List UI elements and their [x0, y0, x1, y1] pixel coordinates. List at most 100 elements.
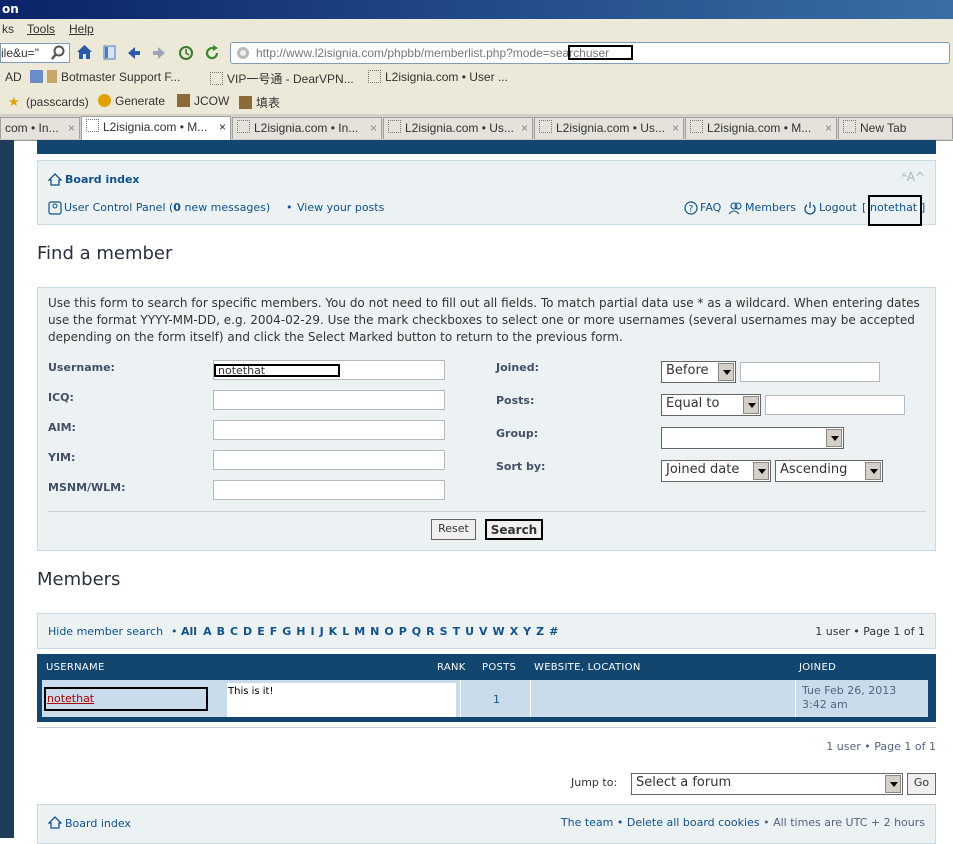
letter-link[interactable]: Q [412, 625, 421, 638]
bookmark-ad[interactable]: AD [5, 70, 22, 84]
forward-icon[interactable] [151, 45, 167, 61]
search-button[interactable]: Search [485, 519, 543, 540]
username-input[interactable]: notethat [213, 360, 445, 380]
letter-link[interactable]: S [440, 625, 448, 638]
team-link[interactable]: The team [561, 816, 614, 829]
members-link[interactable]: Members [745, 201, 796, 214]
font-size-icon[interactable]: ᴬA^ [902, 170, 925, 184]
bookmark-botmaster[interactable]: Botmaster Support F... [30, 70, 180, 84]
bookmark-passcards[interactable]: ★ (passcards) [8, 94, 89, 109]
letter-link[interactable]: O [384, 625, 393, 638]
aim-input[interactable] [213, 420, 445, 440]
joined-date-input[interactable] [740, 362, 880, 382]
hide-member-search-link[interactable]: Hide member search [48, 625, 163, 638]
menu-bookmarks[interactable]: ks [2, 19, 14, 40]
close-icon[interactable]: × [219, 117, 226, 137]
tab-3[interactable]: L2isignia.com • In... × [232, 117, 382, 139]
tab-4[interactable]: L2isignia.com • Us... × [383, 117, 533, 139]
letter-link[interactable]: T [453, 625, 461, 638]
tab-5[interactable]: L2isignia.com • Us... × [534, 117, 684, 139]
letter-link[interactable]: V [479, 625, 488, 638]
faq-link[interactable]: FAQ [700, 201, 721, 214]
url-bar[interactable]: http://www.l2isignia.com/phpbb/memberlis… [230, 42, 950, 64]
letter-link[interactable]: W [493, 625, 505, 638]
bookmark-fill-form[interactable]: 填表 [239, 94, 280, 111]
yim-label: YIM: [48, 451, 76, 464]
col-joined[interactable]: JOINED [799, 662, 836, 673]
close-icon[interactable]: × [521, 118, 528, 138]
letter-link[interactable]: X [510, 625, 518, 638]
tab-strip: com • In... × L2isignia.com • M... × L2isi… [0, 114, 953, 141]
letter-link[interactable]: K [329, 625, 338, 638]
letter-link[interactable]: H [296, 625, 305, 638]
posts-select[interactable]: Equal to [661, 394, 761, 416]
bookmark-sidebar-icon[interactable] [102, 45, 117, 60]
letter-link[interactable]: Z [536, 625, 544, 638]
aim-label: AIM: [48, 421, 76, 434]
yim-input[interactable] [213, 450, 445, 470]
joined-select[interactable]: Before [661, 361, 736, 383]
letter-link[interactable]: N [370, 625, 379, 638]
menu-help[interactable]: Help [69, 19, 94, 40]
letter-link[interactable]: E [257, 625, 265, 638]
navbar-panel: Board index ᴬA^ User Control Panel (0 ne… [37, 160, 936, 226]
bookmark-dearvpn[interactable]: VIP一号通 - DearVPN... [210, 70, 354, 87]
close-icon[interactable]: × [68, 118, 75, 138]
magnifier-icon[interactable] [50, 45, 66, 61]
user-control-panel-link[interactable]: User Control Panel (0 new messages) [64, 201, 270, 214]
icq-input[interactable] [213, 390, 445, 410]
posts-input[interactable] [765, 395, 905, 415]
letter-link[interactable]: B [217, 625, 225, 638]
col-website[interactable]: WEBSITE, LOCATION [534, 662, 641, 673]
menu-tools[interactable]: Tools [27, 19, 55, 40]
delete-cookies-link[interactable]: Delete all board cookies [627, 816, 760, 829]
letter-link[interactable]: All [181, 625, 197, 638]
tab-6[interactable]: L2isignia.com • M... × [685, 117, 837, 139]
home-icon[interactable] [76, 44, 93, 61]
member-username-link[interactable]: notethat [47, 692, 94, 705]
letter-link[interactable]: L [342, 625, 349, 638]
letter-link[interactable]: J [320, 625, 324, 638]
board-index-link[interactable]: Board index [65, 173, 140, 186]
letter-link[interactable]: G [282, 625, 291, 638]
bookmark-generate[interactable]: Generate [98, 94, 165, 108]
sort-key-select[interactable]: Joined date [661, 460, 771, 482]
msnm-input[interactable] [213, 480, 445, 500]
letter-link[interactable]: C [230, 625, 238, 638]
view-posts-link[interactable]: View your posts [297, 201, 384, 214]
close-icon[interactable]: × [672, 118, 679, 138]
col-username[interactable]: USERNAME [46, 662, 105, 673]
letter-link[interactable]: F [270, 625, 278, 638]
reload-icon[interactable] [204, 45, 220, 61]
letter-link[interactable]: A [203, 625, 212, 638]
letter-link[interactable]: U [465, 625, 474, 638]
letter-link[interactable]: P [399, 625, 407, 638]
letter-link[interactable]: D [243, 625, 252, 638]
member-posts[interactable]: 1 [493, 693, 500, 706]
bookmark-jcow[interactable]: JCOW [177, 94, 229, 108]
col-rank[interactable]: RANK [437, 662, 466, 673]
letter-link[interactable]: # [549, 625, 558, 638]
col-posts[interactable]: POSTS [482, 662, 516, 673]
logout-link[interactable]: Logout [819, 201, 857, 214]
jump-to-select[interactable]: Select a forum [631, 773, 903, 795]
close-icon[interactable]: × [370, 118, 377, 138]
letter-link[interactable]: R [426, 625, 434, 638]
tab-1[interactable]: com • In... × [0, 117, 80, 139]
letter-link[interactable]: I [310, 625, 314, 638]
tab-7[interactable]: New Tab [838, 117, 953, 139]
reset-button[interactable]: Reset [431, 519, 476, 540]
back-icon[interactable] [126, 45, 142, 61]
sort-order-select[interactable]: Ascending [775, 460, 883, 482]
bookmark-l2isignia-user[interactable]: L2isignia.com • User ... [368, 70, 508, 84]
close-icon[interactable]: × [825, 118, 832, 138]
window-title: on [0, 0, 953, 19]
footer-board-index-link[interactable]: Board index [65, 817, 131, 830]
letter-link[interactable]: M [354, 625, 365, 638]
footer-links: The team • Delete all board cookies • Al… [560, 816, 925, 829]
tab-2-active[interactable]: L2isignia.com • M... × [81, 116, 231, 140]
go-button[interactable]: Go [907, 773, 936, 795]
letter-link[interactable]: Y [523, 625, 531, 638]
group-select[interactable] [661, 427, 844, 449]
history-icon[interactable] [178, 45, 194, 61]
